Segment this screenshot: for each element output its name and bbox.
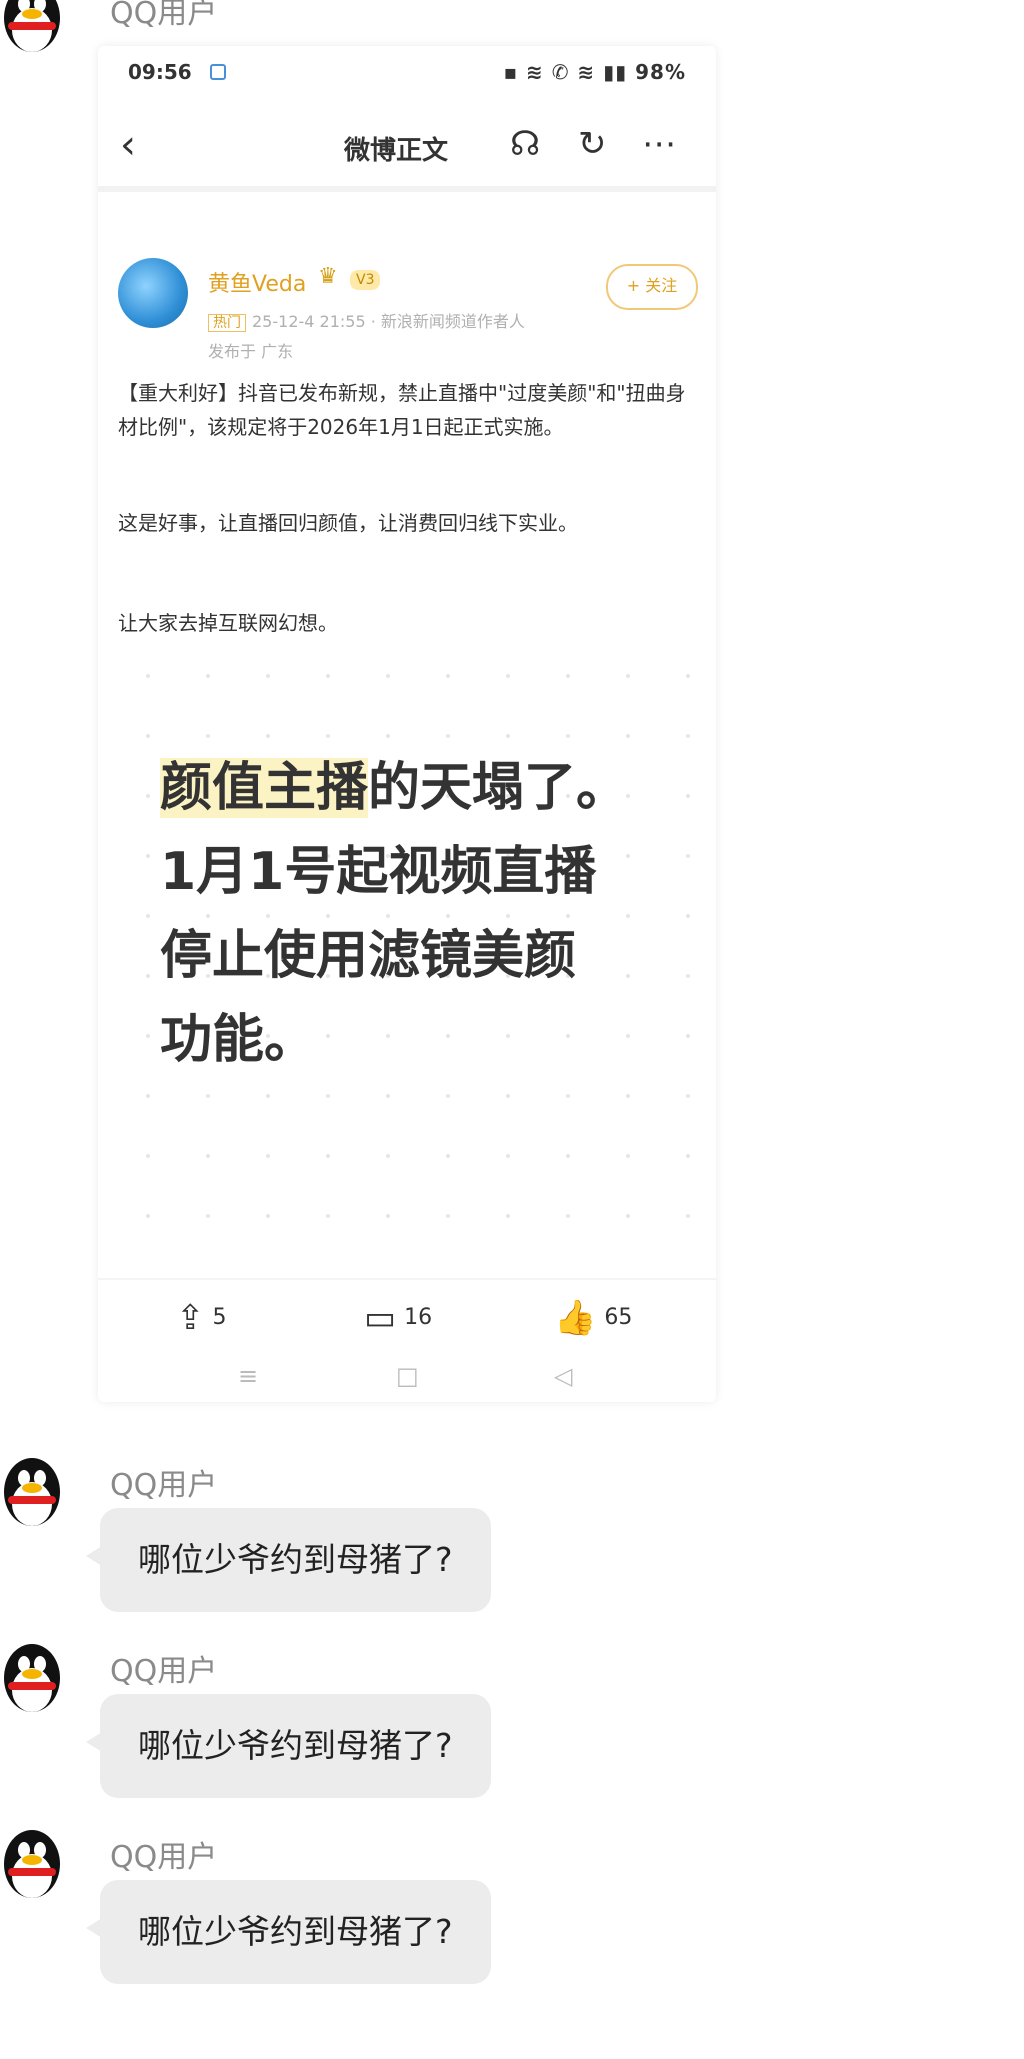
back-triangle-icon[interactable]: ◁ xyxy=(554,1362,572,1390)
post-header: 黄鱼Veda ♛ V3 热门 25-12-4 21:55 · 新浪新闻频道作者人 … xyxy=(98,196,716,361)
like-button[interactable]: 👍 65 xyxy=(554,1298,632,1338)
nav-bar: ‹ 微博正文 ☊ ↻ ⋯ xyxy=(98,104,716,192)
share-icon: ⇪ xyxy=(176,1298,205,1338)
refresh-icon[interactable]: ↻ xyxy=(578,124,607,164)
comment-button[interactable]: ▭ 16 xyxy=(364,1298,432,1338)
follow-button[interactable]: + 关注 xyxy=(606,264,698,310)
more-icon[interactable]: ⋯ xyxy=(642,124,676,164)
post-location: 发布于 广东 xyxy=(208,342,294,361)
image-text-line1-rest: 的天塌了。 xyxy=(368,758,629,818)
shared-screenshot[interactable]: 09:56 ▪ ≋ ✆ ≋ ▮▮ 98% ‹ 微博正文 ☊ ↻ ⋯ 黄鱼Veda… xyxy=(98,46,716,1402)
repost-count: 5 xyxy=(212,1305,227,1330)
post-meta: 热门 25-12-4 21:55 · 新浪新闻频道作者人 xyxy=(208,308,525,332)
like-count: 65 xyxy=(604,1305,633,1330)
repost-button[interactable]: ⇪ 5 xyxy=(176,1298,227,1338)
post-paragraph-1: 【重大利好】抖音已发布新规，禁止直播中"过度美颜"和"扭曲身材比例"，该规定将于… xyxy=(118,381,686,439)
image-text-line4: 功能。 xyxy=(160,1010,317,1070)
avatar[interactable] xyxy=(0,1638,64,1714)
post-actions: ⇪ 5 ▭ 16 👍 65 xyxy=(98,1278,716,1350)
sender-name: QQ用户 xyxy=(110,1654,218,1689)
author-avatar[interactable] xyxy=(118,258,188,328)
message-bubble[interactable]: 哪位少爷约到母猪了? xyxy=(86,1694,491,1798)
avatar[interactable] xyxy=(0,1452,64,1528)
hot-tag: 热门 xyxy=(208,314,246,332)
message-bubble[interactable]: 哪位少爷约到母猪了? xyxy=(86,1880,491,1984)
sender-name: QQ用户 xyxy=(110,0,218,31)
status-bar: 09:56 ▪ ≋ ✆ ≋ ▮▮ 98% xyxy=(98,46,716,102)
page-title: 微博正文 xyxy=(344,136,449,166)
post-image-text[interactable]: 颜值主播的天塌了。 1月1号起视频直播 停止使用滤镜美颜 功能。 xyxy=(160,746,680,1082)
post-paragraph-2: 这是好事，让直播回归颜值，让消费回归线下实业。 xyxy=(118,511,578,535)
menu-icon[interactable]: ≡ xyxy=(238,1362,258,1390)
comment-count: 16 xyxy=(404,1305,433,1330)
image-text-line2: 1月1号起视频直播 xyxy=(160,842,597,902)
avatar[interactable] xyxy=(0,0,64,54)
home-icon[interactable]: □ xyxy=(396,1362,419,1390)
back-icon[interactable]: ‹ xyxy=(120,122,136,168)
image-text-highlight: 颜值主播 xyxy=(160,758,369,818)
sender-name: QQ用户 xyxy=(110,1468,218,1503)
status-time: 09:56 xyxy=(128,60,192,84)
notification-icon xyxy=(210,64,226,80)
post-paragraph-3: 让大家去掉互联网幻想。 xyxy=(118,611,338,635)
avatar[interactable] xyxy=(0,1824,64,1900)
crown-icon: ♛ xyxy=(318,264,338,289)
author-name[interactable]: 黄鱼Veda xyxy=(208,266,306,298)
headphones-icon[interactable]: ☊ xyxy=(510,124,540,164)
message-bubble[interactable]: 哪位少爷约到母猪了? xyxy=(86,1508,491,1612)
sender-name: QQ用户 xyxy=(110,1840,218,1875)
system-nav-bar: ≡ □ ◁ xyxy=(98,1362,716,1402)
thumbs-up-icon: 👍 xyxy=(554,1298,597,1338)
comment-icon: ▭ xyxy=(364,1298,397,1338)
level-badge: V3 xyxy=(350,270,381,290)
image-text-line3: 停止使用滤镜美颜 xyxy=(160,926,577,986)
status-icons: ▪ ≋ ✆ ≋ ▮▮ 98% xyxy=(503,60,686,84)
post-meta-text: 25-12-4 21:55 · 新浪新闻频道作者人 xyxy=(252,312,525,331)
